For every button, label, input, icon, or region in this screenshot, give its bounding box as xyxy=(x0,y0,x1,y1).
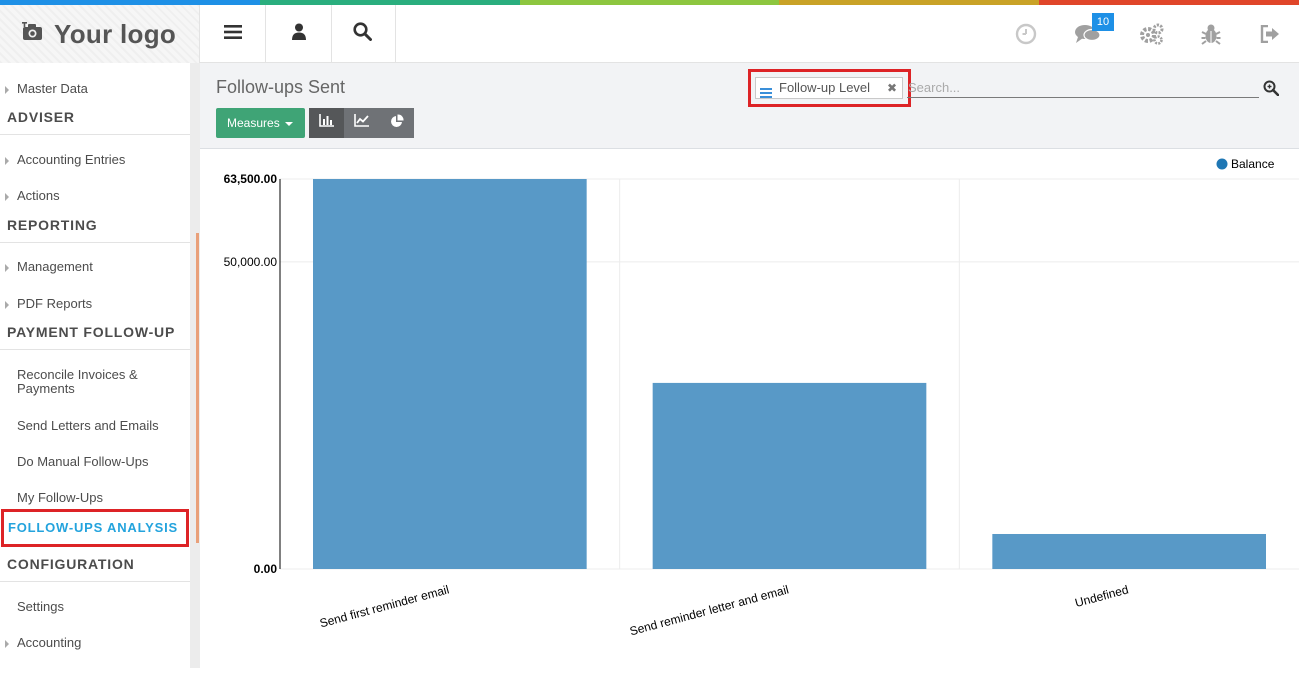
sidebar-item-label: Accounting xyxy=(17,635,82,650)
logout-icon[interactable] xyxy=(1255,19,1285,49)
bar xyxy=(652,382,927,569)
sidebar-item-label: Management xyxy=(17,259,93,274)
sidebar-section-header: REPORTING xyxy=(0,207,190,243)
line-chart-icon xyxy=(354,114,369,132)
message-count-badge: 10 xyxy=(1092,13,1114,31)
sidebar-item[interactable]: My Follow-Ups xyxy=(0,491,190,507)
bug-icon[interactable] xyxy=(1196,19,1226,49)
sidebar-item-label: Payments xyxy=(17,381,75,396)
search-submit-icon[interactable] xyxy=(1263,80,1280,97)
logo-text: Your logo xyxy=(54,18,177,49)
x-tick-label: Send first reminder email xyxy=(318,582,450,630)
caret-right-icon xyxy=(5,86,9,94)
sidebar-item[interactable]: Accounting Entries xyxy=(0,153,190,169)
sidebar-section-header: CONFIGURATION xyxy=(0,546,190,582)
sidebar-item-follow-ups-analysis[interactable]: FOLLOW-UPS ANALYSIS xyxy=(1,509,189,547)
sidebar-item-label: Actions xyxy=(17,188,60,203)
user-button[interactable] xyxy=(266,5,332,63)
sidebar-item-label: Reconcile Invoices & xyxy=(17,367,138,382)
sidebar-item-label: Master Data xyxy=(17,81,88,96)
caret-right-icon xyxy=(5,264,9,272)
y-tick-label: 0.00 xyxy=(254,562,278,576)
bar xyxy=(313,179,587,569)
sidebar-item[interactable]: Do Manual Follow-Ups xyxy=(0,455,190,471)
sidebar-item-label: Do Manual Follow-Ups xyxy=(17,454,149,469)
top-bar: Your logo 10 xyxy=(0,5,1299,63)
sidebar-item[interactable]: Settings xyxy=(0,600,190,616)
pie-chart-icon xyxy=(390,113,404,133)
search-icon xyxy=(353,22,372,46)
gears-icon[interactable] xyxy=(1137,19,1167,49)
caret-right-icon xyxy=(5,301,9,309)
sidebar-item[interactable]: Master Data xyxy=(0,82,190,98)
bar-chart-icon xyxy=(319,114,334,132)
sidebar-item[interactable]: Reconcile Invoices & Payments xyxy=(0,368,190,396)
y-tick-label: 50,000.00 xyxy=(224,255,278,269)
sidebar: Master Data ADVISER Accounting Entries Acti… xyxy=(0,63,190,668)
menu-icon xyxy=(223,24,242,44)
page-title: Follow-ups Sent xyxy=(216,77,346,97)
x-tick-label: Send reminder letter and email xyxy=(628,582,790,638)
bar-chart-view-button[interactable] xyxy=(309,108,344,138)
sidebar-item[interactable]: Send Letters and Emails xyxy=(0,419,190,435)
sidebar-section-header: ADVISER xyxy=(0,99,190,135)
measures-button[interactable]: Measures xyxy=(216,108,305,138)
search-input[interactable] xyxy=(907,78,1259,98)
menu-toggle-button[interactable] xyxy=(200,5,266,63)
caret-right-icon xyxy=(5,157,9,165)
search-toggle-button[interactable] xyxy=(330,5,396,63)
pie-chart-view-button[interactable] xyxy=(379,108,414,138)
caret-right-icon xyxy=(5,193,9,201)
measures-label: Measures xyxy=(227,116,280,130)
sidebar-scroll-thumb[interactable] xyxy=(196,233,199,543)
sidebar-item-label: PDF Reports xyxy=(17,296,93,311)
chevron-down-icon xyxy=(284,121,293,126)
bar-chart: 0.00 50,000.00 63,500.00 Send first reminde… xyxy=(224,157,1299,638)
clock-icon[interactable] xyxy=(1011,19,1041,49)
sidebar-section-header: PAYMENT FOLLOW-UP xyxy=(0,314,190,350)
list-icon xyxy=(760,84,772,104)
sidebar-item-label: Accounting Entries xyxy=(17,152,126,167)
remove-facet-icon[interactable]: ✖ xyxy=(887,78,897,98)
sidebar-item[interactable]: PDF Reports xyxy=(0,297,190,313)
line-chart-view-button[interactable] xyxy=(344,108,379,138)
x-tick-label: Undefined xyxy=(1073,582,1129,610)
logo[interactable]: Your logo xyxy=(0,5,200,63)
sidebar-item[interactable]: Management xyxy=(0,260,190,276)
legend-dot xyxy=(1216,158,1228,170)
user-icon xyxy=(291,23,307,45)
group-by-facet[interactable]: Follow-up Level ✖ xyxy=(755,77,903,99)
chart-area: 0.00 50,000.00 63,500.00 Send first reminde… xyxy=(200,150,1299,668)
camera-icon xyxy=(22,21,44,47)
legend-label: Balance xyxy=(1231,157,1275,171)
caret-right-icon xyxy=(5,640,9,648)
sidebar-item[interactable]: Actions xyxy=(0,189,190,205)
sidebar-item-label: My Follow-Ups xyxy=(17,490,103,505)
facet-label: Follow-up Level xyxy=(779,80,871,95)
sidebar-item[interactable]: Accounting xyxy=(0,636,190,652)
y-tick-label: 63,500.00 xyxy=(224,172,278,186)
sidebar-item-label: Settings xyxy=(17,599,64,614)
bar xyxy=(992,533,1266,569)
sidebar-item-label: Send Letters and Emails xyxy=(17,418,159,433)
